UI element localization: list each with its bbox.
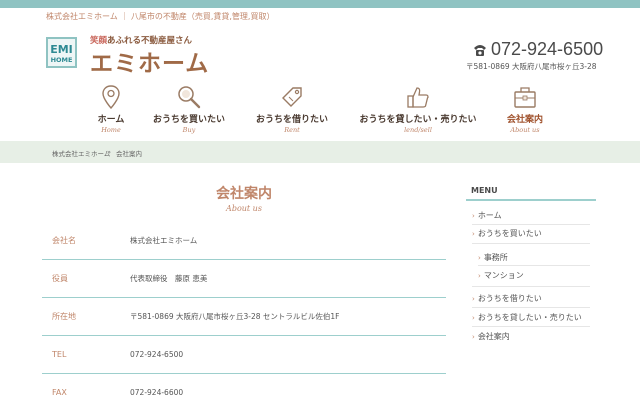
sidebar-divider [478,265,590,266]
breadcrumb-home-link[interactable]: 株式会社エミホーム [52,148,110,158]
row-value: 〒581-0869 大阪府八尾市桜ヶ丘3-28 セントラルビル佐伯1F [130,312,340,321]
nav-sublabel: lend/sell [404,126,432,134]
sidebar-item-label: マンション [483,271,524,280]
sidebar-divider [472,326,590,327]
sidebar-item-rent[interactable]: › おうちを借りたい [472,293,596,304]
row-label: TEL [52,350,67,359]
nav-lend-sell[interactable]: おうちを貸したい・売りたい lend/sell [355,84,481,134]
phone-block[interactable]: 072-924-6500 [472,39,603,60]
header-address: 〒581-0869 大阪府八尾市桜ヶ丘3-28 [466,62,597,71]
logo-badge-bottom-text: HOME [50,56,73,64]
sidebar-item-label: 会社案内 [477,332,510,341]
row-value: 072-924-6600 [130,388,184,397]
nav-label: おうちを借りたい [255,115,328,125]
nav-buy[interactable]: おうちを買いたい Buy [150,84,228,134]
table-row: 所在地 〒581-0869 大阪府八尾市桜ヶ丘3-28 セントラルビル佐伯1F [42,298,446,336]
chevron-right-icon: › [472,333,475,341]
nav-rent[interactable]: おうちを借りたい Rent [252,84,332,134]
top-accent-bar [0,0,640,8]
sidebar-item-label: おうちを貸したい・売りたい [477,313,582,322]
table-row: 会社名 株式会社エミホーム [42,222,446,260]
nav-sublabel: Buy [182,126,196,134]
map-pin-icon [102,85,120,110]
breadcrumb-current: 会社案内 [116,150,142,158]
chevron-right-icon: › [478,272,481,280]
row-value: 代表取締役 藤原 恵美 [130,274,208,283]
phone-number: 072-924-6500 [491,39,604,59]
sidebar-subitem-office[interactable]: › 事務所 [478,252,602,263]
row-value: 株式会社エミホーム [130,236,198,245]
briefcase-icon [514,87,536,108]
page-subtitle: About us [226,204,262,213]
row-label: 役員 [52,274,68,283]
nav-label: おうちを買いたい [152,115,225,125]
chevron-right-icon: › [472,295,475,303]
nav-label: ホーム [97,115,125,125]
logo-badge[interactable]: EMI HOME [46,37,77,68]
sidebar-heading: MENU [466,181,596,201]
page-title: 会社案内 [216,186,272,202]
sidebar-subitem-mansion[interactable]: › マンション [478,270,602,281]
table-row: FAX 072-924-6600 [42,374,446,400]
row-label: 所在地 [52,312,76,321]
sidebar-item-label: 事務所 [483,253,508,262]
sidebar-divider [472,224,590,225]
price-tag-icon [282,87,302,107]
sidebar-item-label: ホーム [477,211,502,220]
sidebar-item-label: おうちを借りたい [477,294,542,303]
nav-sublabel: Home [101,126,121,134]
row-value: 072-924-6500 [130,350,184,359]
logo-name[interactable]: エミホーム [90,44,209,78]
sidebar-item-home[interactable]: › ホーム [472,210,596,221]
site-tagline: 株式会社エミホーム ｜ 八尾市の不動産（売買,賃貸,管理,買取） [46,12,275,21]
breadcrumb-separator: » [107,148,111,156]
breadcrumb: 株式会社エミホーム » 会社案内 [0,141,640,163]
sidebar-divider [472,286,590,287]
chevron-right-icon: › [472,230,475,238]
row-label: FAX [52,388,67,397]
magnifier-icon [178,86,201,109]
chevron-right-icon: › [472,314,475,322]
nav-sublabel: Rent [284,126,300,134]
thumbs-up-icon [407,87,429,108]
phone-icon [474,44,486,56]
sidebar-item-label: おうちを買いたい [477,229,542,238]
sidebar-divider [472,307,590,308]
row-label: 会社名 [52,236,76,245]
nav-sublabel: About us [510,126,540,134]
sidebar-divider [472,243,590,244]
nav-label: おうちを貸したい・売りたい [359,115,477,125]
nav-label: 会社案内 [506,115,543,125]
chevron-right-icon: › [472,212,475,220]
chevron-right-icon: › [478,254,481,262]
table-row: 役員 代表取締役 藤原 恵美 [42,260,446,298]
table-row: TEL 072-924-6500 [42,336,446,374]
nav-home[interactable]: ホーム Home [92,84,130,134]
nav-about[interactable]: 会社案内 About us [504,84,546,134]
logo-badge-top-text: EMI [50,43,73,56]
sidebar-item-lend-sell[interactable]: › おうちを貸したい・売りたい [472,312,596,323]
sidebar-item-buy[interactable]: › おうちを買いたい [472,228,596,239]
sidebar-item-about[interactable]: › 会社案内 [472,331,596,342]
